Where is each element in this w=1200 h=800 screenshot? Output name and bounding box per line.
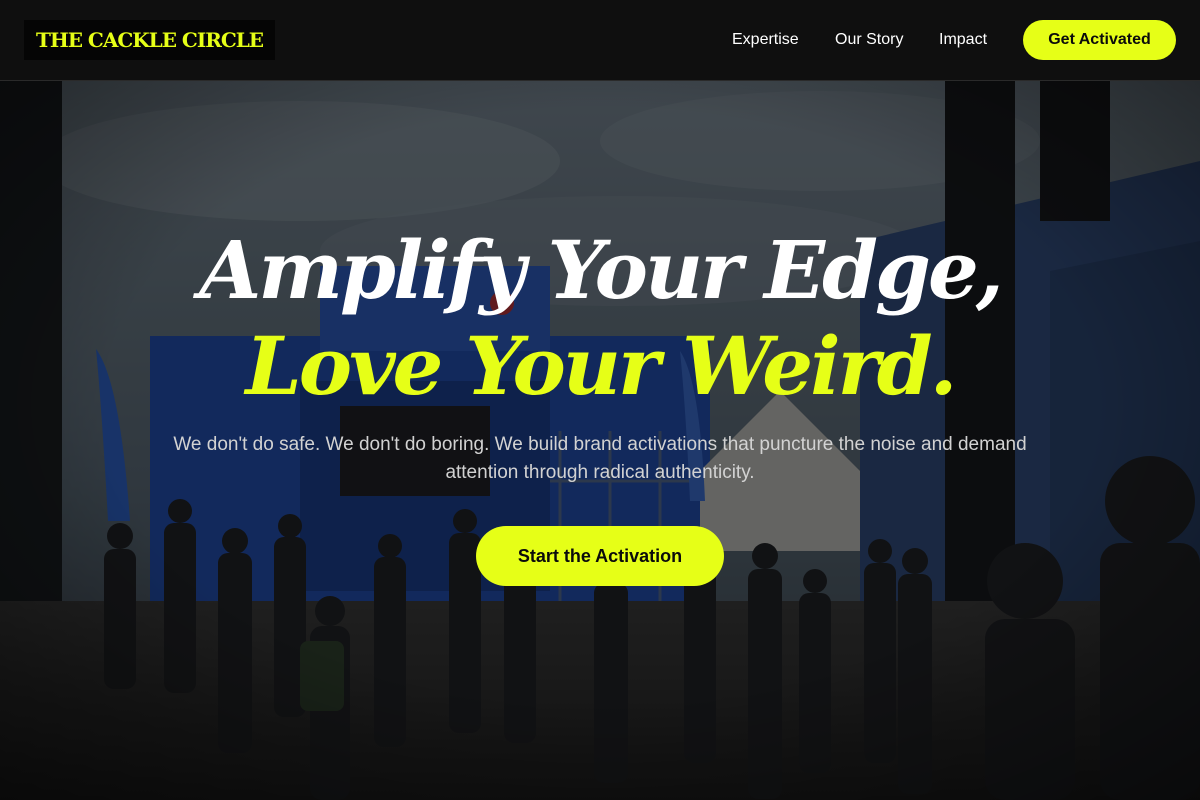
get-activated-button[interactable]: Get Activated [1023, 20, 1176, 60]
hero-section: Amplify Your Edge, Love Your Weird. We d… [0, 81, 1200, 800]
nav-link-expertise[interactable]: Expertise [732, 29, 799, 53]
nav-link-our-story[interactable]: Our Story [835, 29, 903, 53]
hero-subtitle: We don't do safe. We don't do boring. We… [173, 434, 1027, 483]
hero-headline-line-1: Amplify Your Edge, [199, 223, 1003, 317]
start-activation-button[interactable]: Start the Activation [476, 526, 724, 586]
site-logo[interactable]: THE CACKLE CIRCLE [24, 20, 275, 60]
nav-link-impact[interactable]: Impact [939, 29, 987, 53]
logo-text: THE CACKLE CIRCLE [35, 28, 264, 52]
hero-headline-line-2: Love Your Weird. [245, 319, 957, 413]
site-header: THE CACKLE CIRCLE Expertise Our Story Im… [0, 0, 1200, 81]
landing-page: THE CACKLE CIRCLE Expertise Our Story Im… [0, 0, 1200, 800]
